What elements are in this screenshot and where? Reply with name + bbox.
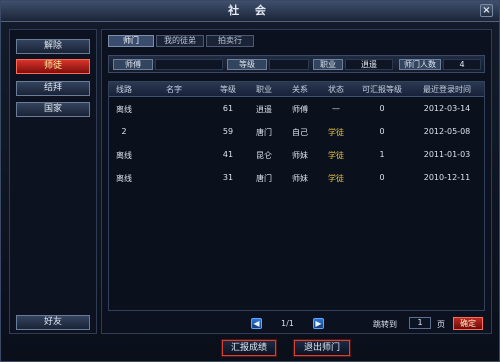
tab-sect[interactable]: 师门: [108, 35, 154, 47]
table-row[interactable]: 离线 31 唐门 师妹 学徒 0 2010-12-11: [109, 168, 484, 188]
col-header-level: 等级: [220, 85, 236, 94]
cell-last-login: 2012-03-14: [423, 104, 471, 113]
cell-status: 学徒: [328, 128, 344, 137]
level-value: [269, 59, 309, 70]
cell-line: 离线: [116, 105, 132, 114]
prev-page-icon[interactable]: ◀: [251, 318, 262, 329]
page-indicator: 1/1: [281, 319, 294, 328]
window-titlebar: 社 会 ×: [1, 1, 499, 22]
cell-line: 离线: [116, 174, 132, 183]
cell-status: 学徒: [328, 174, 344, 183]
sect-count-value: 4: [443, 59, 481, 70]
table-header: 线路 名字 等级 职业 关系 状态 可汇报等级 最近登录时间: [109, 82, 484, 97]
class-value: 逍遥: [345, 59, 393, 70]
cell-line: 2: [121, 127, 127, 136]
cell-status: 学徒: [328, 151, 344, 160]
cell-last-login: 2011-01-03: [423, 150, 471, 159]
sect-members-table: 线路 名字 等级 职业 关系 状态 可汇报等级 最近登录时间 离线 61 逍遥 …: [108, 81, 485, 311]
cell-relation: 师妹: [292, 174, 308, 183]
page-unit-label: 页: [437, 320, 445, 329]
report-results-button[interactable]: 汇报成绩: [221, 339, 277, 357]
col-header-last-login: 最近登录时间: [423, 85, 471, 94]
confirm-jump-button[interactable]: 确定: [453, 317, 483, 330]
main-panel: 师门 我的徒弟 拍卖行 师傅 等级 职业 逍遥 师门人数 4 线路 名字 等级 …: [101, 29, 492, 334]
level-label: 等级: [227, 59, 267, 70]
cell-reportable-level: 0: [379, 104, 385, 113]
cell-level: 59: [222, 127, 234, 136]
class-label: 职业: [313, 59, 343, 70]
col-header-class: 职业: [256, 85, 272, 94]
jump-page-input[interactable]: 1: [409, 317, 431, 329]
next-page-icon[interactable]: ▶: [313, 318, 324, 329]
sidebar-item-friends[interactable]: 好友: [16, 315, 90, 330]
cell-relation: 自己: [292, 128, 308, 137]
master-label: 师傅: [113, 59, 153, 70]
sect-count-label: 师门人数: [399, 59, 441, 70]
sidebar: 解除 师徒 结拜 国家 好友: [9, 29, 97, 334]
social-window: 社 会 × 解除 师徒 结拜 国家 好友 师门 我的徒弟 拍卖行 师傅 等级 职…: [0, 0, 500, 362]
close-icon[interactable]: ×: [480, 4, 493, 17]
cell-level: 61: [222, 104, 234, 113]
window-title: 社 会: [228, 4, 272, 17]
tab-my-apprentices[interactable]: 我的徒弟: [156, 35, 204, 47]
cell-class: 唐门: [256, 128, 272, 137]
cell-reportable-level: 0: [379, 173, 385, 182]
cell-reportable-level: 1: [379, 150, 385, 159]
cell-last-login: 2010-12-11: [423, 173, 471, 182]
table-row[interactable]: 离线 41 昆仑 师妹 学徒 1 2011-01-03: [109, 145, 484, 165]
col-header-reportable-level: 可汇报等级: [362, 85, 402, 94]
col-header-name: 名字: [166, 85, 182, 94]
col-header-relation: 关系: [292, 85, 308, 94]
table-row[interactable]: 离线 61 逍遥 师傅 — 0 2012-03-14: [109, 99, 484, 119]
cell-level: 31: [222, 173, 234, 182]
pagination: ◀ 1/1 ▶ 跳转到 1 页 确定: [101, 317, 492, 333]
cell-relation: 师傅: [292, 105, 308, 114]
master-info-row: 师傅 等级 职业 逍遥 师门人数 4: [108, 55, 485, 73]
sidebar-item-sworn-brothers[interactable]: 结拜: [16, 81, 90, 96]
cell-class: 唐门: [256, 174, 272, 183]
sidebar-item-unbind[interactable]: 解除: [16, 39, 90, 54]
col-header-status: 状态: [328, 85, 344, 94]
tab-auction[interactable]: 拍卖行: [206, 35, 254, 47]
cell-class: 昆仑: [256, 151, 272, 160]
master-value: [155, 59, 223, 70]
cell-level: 41: [222, 150, 234, 159]
cell-relation: 师妹: [292, 151, 308, 160]
cell-last-login: 2012-05-08: [423, 127, 471, 136]
cell-status: —: [332, 104, 340, 113]
jump-label: 跳转到: [373, 320, 397, 329]
cell-reportable-level: 0: [379, 127, 385, 136]
cell-line: 离线: [116, 151, 132, 160]
sidebar-item-nation[interactable]: 国家: [16, 102, 90, 117]
sidebar-item-mentorship[interactable]: 师徒: [16, 59, 90, 74]
cell-class: 逍遥: [256, 105, 272, 114]
table-row[interactable]: 2 59 唐门 自己 学徒 0 2012-05-08: [109, 122, 484, 142]
col-header-line: 线路: [116, 85, 132, 94]
leave-sect-button[interactable]: 退出师门: [293, 339, 351, 357]
